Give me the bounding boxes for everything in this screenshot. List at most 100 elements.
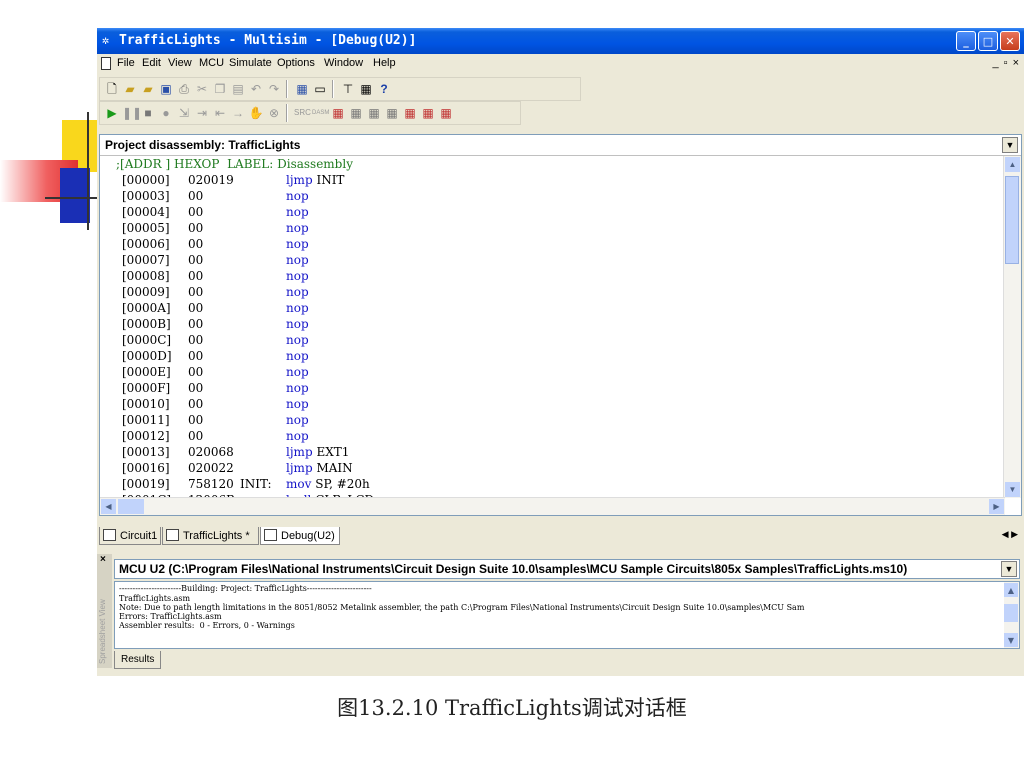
run-icon[interactable]: ▶ xyxy=(104,105,120,121)
remove-breakpoints-icon[interactable]: ⊗ xyxy=(266,105,282,121)
instruction-opcode: nop xyxy=(286,221,309,235)
menu-edit[interactable]: Edit xyxy=(142,57,161,69)
menu-mcu[interactable]: MCU xyxy=(199,57,224,69)
stop-icon[interactable]: ■ xyxy=(140,105,156,121)
horizontal-scrollbar[interactable]: ◀ ▶ xyxy=(100,497,1005,515)
scroll-down-icon[interactable]: ▼ xyxy=(1004,633,1018,647)
menu-simulate[interactable]: Simulate xyxy=(229,57,272,69)
line-instruction: nop xyxy=(286,348,312,364)
close-icon[interactable]: × xyxy=(100,554,106,565)
scroll-right-icon[interactable]: ▶ xyxy=(989,499,1004,514)
help-icon[interactable]: ? xyxy=(376,81,392,97)
instruction-opcode: ljmp xyxy=(286,173,313,187)
line-address: [00012] xyxy=(122,429,170,443)
scrollbar-thumb[interactable] xyxy=(1005,176,1019,264)
ram-icon[interactable]: ▦ xyxy=(384,105,400,121)
step-out-icon[interactable]: ⇤ xyxy=(212,105,228,121)
src-icon[interactable]: SRC xyxy=(294,105,311,121)
disassembly-listing[interactable]: ;[ADDR ] HEXOP LABEL: Disassembly [00000… xyxy=(100,156,1005,498)
breakpoint-icon[interactable]: ● xyxy=(158,105,174,121)
line-hexop: 00 xyxy=(188,253,204,267)
window-icon[interactable]: ▭ xyxy=(312,81,328,97)
paste-icon[interactable]: ▤ xyxy=(230,81,246,97)
scroll-up-icon[interactable]: ▲ xyxy=(1004,583,1018,597)
multisim-app-icon[interactable]: ✲ xyxy=(102,33,116,47)
instruction-opcode: nop xyxy=(286,333,309,347)
output-vertical-scrollbar[interactable]: ▲ ▼ xyxy=(1004,582,1019,648)
menu-view[interactable]: View xyxy=(168,57,192,69)
toggle-breakpoint-icon[interactable]: ✋ xyxy=(248,105,264,121)
pause-icon[interactable]: ❚❚ xyxy=(122,105,142,121)
title-bar[interactable]: ✲ TrafficLights - Multisim - [Debug(U2)]… xyxy=(97,28,1024,54)
scroll-left-icon[interactable]: ◀ xyxy=(101,499,116,514)
copy-icon[interactable]: ❐ xyxy=(212,81,228,97)
document-icon[interactable] xyxy=(101,57,111,70)
spreadsheet-view-strip[interactable]: × Spreadsheet View xyxy=(97,554,112,668)
scroll-down-icon[interactable]: ▼ xyxy=(1005,482,1020,497)
redo-icon[interactable]: ↷ xyxy=(266,81,282,97)
undo-icon[interactable]: ↶ xyxy=(248,81,264,97)
scrollbar-thumb[interactable] xyxy=(1004,604,1018,622)
line-hexop: 00 xyxy=(188,349,204,363)
line-address: [00000] xyxy=(122,173,170,187)
grid-icon[interactable]: ▦ xyxy=(358,81,374,97)
line-hexop: 00 xyxy=(188,397,204,411)
sfr-icon[interactable]: ▦ xyxy=(366,105,382,121)
registers-icon[interactable]: ▦ xyxy=(348,105,364,121)
figure-caption: 图13.2.10 TrafficLights调试对话框 xyxy=(337,696,687,720)
new-icon[interactable]: 🗋 xyxy=(104,81,120,97)
log-line: Note: Due to path length limitations in … xyxy=(119,603,805,612)
hscroll-thumb[interactable] xyxy=(118,499,144,514)
build-output-log[interactable]: -----------------------Building: Project… xyxy=(114,581,1020,649)
close-button[interactable]: ✕ xyxy=(1000,31,1020,51)
instruction-opcode: nop xyxy=(286,237,309,251)
line-hexop: 00 xyxy=(188,269,204,283)
open-folder-icon[interactable]: ▰ xyxy=(140,81,156,97)
menu-file[interactable]: File xyxy=(117,57,135,69)
line-address: [0000F] xyxy=(122,381,171,395)
run-to-cursor-icon[interactable]: → xyxy=(230,105,246,121)
watch-icon[interactable]: ▦ xyxy=(438,105,454,121)
xram-icon[interactable]: ▦ xyxy=(402,105,418,121)
tab-results[interactable]: Results xyxy=(114,651,162,669)
scroll-up-icon[interactable]: ▲ xyxy=(1005,157,1020,172)
tab-circuit1[interactable]: Circuit1 xyxy=(99,527,161,545)
line-instruction: nop xyxy=(286,428,312,444)
toolbar-separator xyxy=(332,80,334,98)
line-address: [00003] xyxy=(122,189,170,203)
line-instruction: mov SP, #20h xyxy=(286,476,370,492)
view-icon[interactable]: ▦ xyxy=(294,81,310,97)
print-icon[interactable]: ⎙ xyxy=(176,81,192,97)
open-icon[interactable]: ▰ xyxy=(122,81,138,97)
tab-label: Circuit1 xyxy=(120,530,158,542)
line-instruction: nop xyxy=(286,396,312,412)
cut-icon[interactable]: ✂ xyxy=(194,81,210,97)
instruction-opcode: nop xyxy=(286,397,309,411)
maximize-button[interactable]: □ xyxy=(978,31,998,51)
vertical-scrollbar[interactable]: ▲ ▼ xyxy=(1003,156,1021,498)
chevron-down-icon[interactable]: ▼ xyxy=(1001,561,1017,577)
tab-trafficlights[interactable]: TrafficLights * xyxy=(162,527,259,545)
menu-help[interactable]: Help xyxy=(373,57,396,69)
code-memory-icon[interactable]: ▦ xyxy=(420,105,436,121)
menu-window[interactable]: Window xyxy=(324,57,363,69)
chevron-down-icon[interactable]: ▼ xyxy=(1002,137,1018,153)
instruction-opcode: nop xyxy=(286,365,309,379)
step-over-icon[interactable]: ⇥ xyxy=(194,105,210,121)
memory-view-icon[interactable]: ▦ xyxy=(330,105,346,121)
tree-icon[interactable]: ⊤ xyxy=(340,81,356,97)
line-hexop: 020068 xyxy=(188,445,234,459)
tab-debug-u2[interactable]: Debug(U2) xyxy=(260,527,340,545)
instruction-opcode: nop xyxy=(286,205,309,219)
mdi-window-controls[interactable]: _ ▫ × xyxy=(992,57,1020,69)
save-icon[interactable]: ▣ xyxy=(158,81,174,97)
menu-options[interactable]: Options xyxy=(277,57,315,69)
output-source-select[interactable]: MCU U2 (C:\Program Files\National Instru… xyxy=(114,559,1020,579)
minimize-button[interactable]: _ xyxy=(956,31,976,51)
instruction-opcode: ljmp xyxy=(286,461,313,475)
disasm-icon[interactable]: DASM xyxy=(312,105,329,121)
step-into-icon[interactable]: ⇲ xyxy=(176,105,192,121)
line-address: [00006] xyxy=(122,237,170,251)
tab-scroll-arrows[interactable]: ◀ ▶ xyxy=(1002,529,1018,540)
instruction-opcode: nop xyxy=(286,349,309,363)
